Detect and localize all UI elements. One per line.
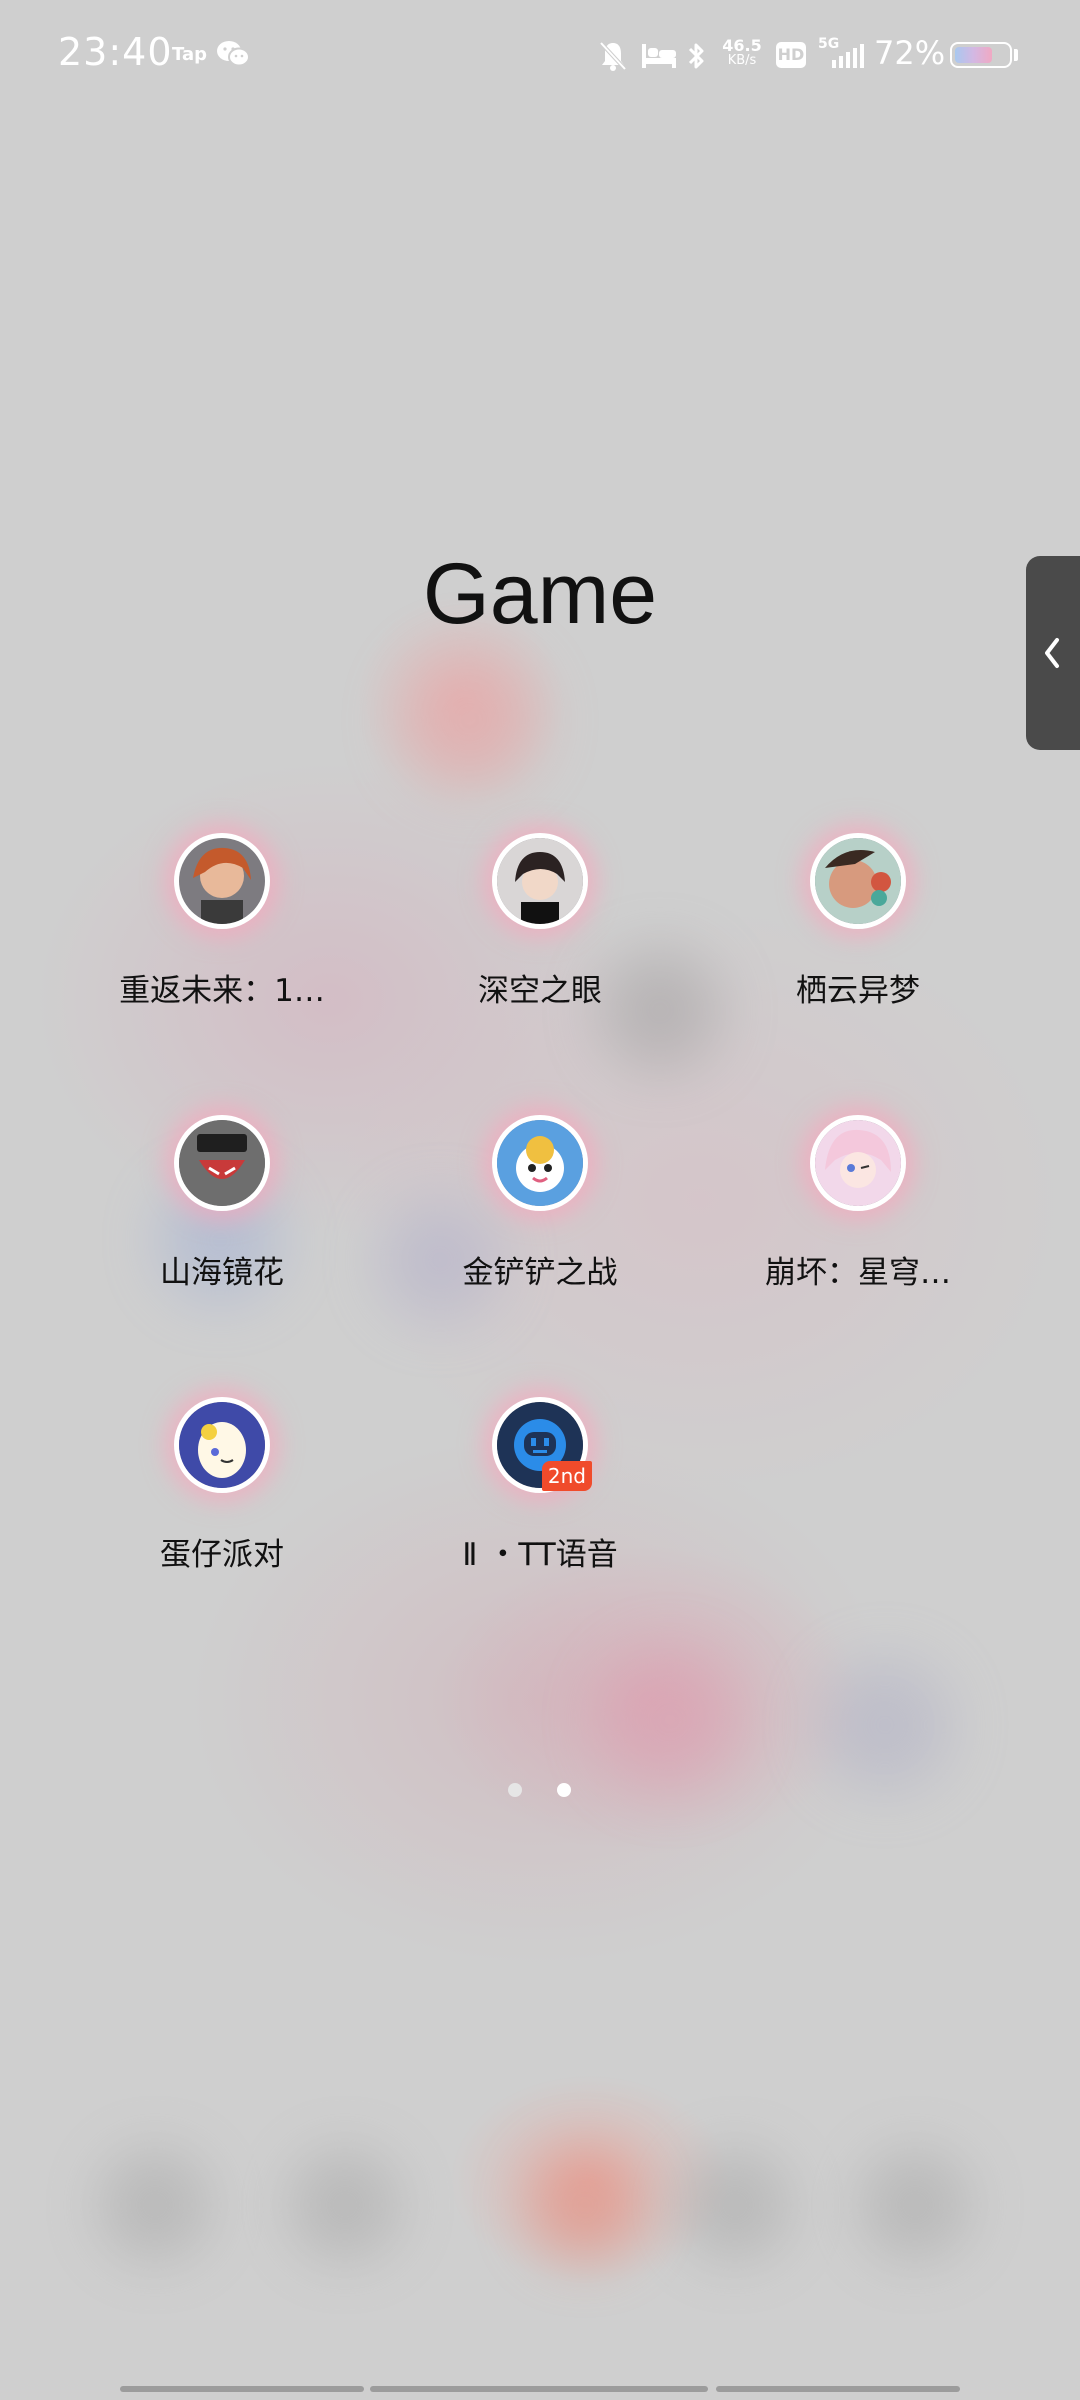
app-icon-frame[interactable]: [492, 833, 588, 929]
app-icon-frame[interactable]: [174, 833, 270, 929]
hd-voice-icon: HD: [776, 42, 806, 68]
chevron-left-icon: [1045, 638, 1059, 668]
app-qiyun-yimeng[interactable]: 栖云异梦: [708, 833, 1008, 1010]
app-icon-frame[interactable]: [174, 1397, 270, 1493]
qiyun-yimeng-icon: [815, 838, 901, 924]
app-label: 重返未来：1…: [119, 973, 325, 1009]
page-indicator-dot-1[interactable]: [508, 1783, 522, 1797]
mute-bell-icon: [599, 41, 627, 71]
battery-icon: [950, 42, 1012, 68]
network-speed-unit: KB/s: [727, 53, 757, 68]
app-label: 栖云异梦: [796, 973, 920, 1009]
reverse-1999-icon: [179, 838, 265, 924]
blurred-dock-app: [530, 2150, 640, 2260]
status-icons: 46.5 KB/s HD 5G 72%: [560, 30, 1080, 80]
golden-spatula-icon: [497, 1120, 583, 1206]
blurred-app: [400, 650, 540, 790]
battery-percent: 72%: [874, 34, 946, 72]
honkai-star-rail-icon: [815, 1120, 901, 1206]
network-speed: 46.5 KB/s: [720, 36, 764, 69]
clock: 23:40: [58, 30, 173, 74]
app-label: 金铲铲之战: [462, 1255, 618, 1291]
nav-bar-left[interactable]: [120, 2386, 364, 2392]
app-golden-spatula[interactable]: 金铲铲之战: [390, 1115, 690, 1292]
signal-bars-icon: [832, 44, 864, 68]
aether-gazer-icon: [497, 838, 583, 924]
nav-bar-right[interactable]: [716, 2386, 960, 2392]
app-shanhai-jinghua[interactable]: 山海镜花: [72, 1115, 372, 1292]
wechat-icon: [217, 41, 250, 67]
blurred-dock-app: [290, 2150, 400, 2260]
folder-title[interactable]: Game: [0, 545, 1080, 644]
blurred-dock-app: [100, 2150, 210, 2260]
side-panel-handle[interactable]: [1026, 556, 1080, 750]
app-icon-frame[interactable]: [810, 833, 906, 929]
app-eggy-party[interactable]: 蛋仔派对: [72, 1397, 372, 1574]
network-speed-value: 46.5: [722, 36, 762, 55]
blurred-app: [600, 1650, 740, 1790]
nav-bar-center[interactable]: [370, 2386, 708, 2392]
sleep-mode-bed-icon: [642, 44, 676, 68]
app-aether-gazer[interactable]: 深空之眼: [390, 833, 690, 1010]
blurred-dock-app: [860, 2150, 970, 2260]
app-label: Ⅱ ・TT语音: [462, 1537, 618, 1573]
eggy-party-icon: [179, 1402, 265, 1488]
shanhai-jinghua-icon: [179, 1120, 265, 1206]
battery-level-fill: [955, 47, 993, 63]
app-icon-frame[interactable]: 2nd: [492, 1397, 592, 1493]
blurred-app: [820, 1660, 950, 1790]
app-label: 崩坏：星穹…: [765, 1255, 951, 1291]
app-icon-frame[interactable]: [174, 1115, 270, 1211]
bluetooth-icon: [688, 43, 704, 69]
app-honkai-star-rail[interactable]: 崩坏：星穹…: [708, 1115, 1008, 1292]
page-indicator-dot-2[interactable]: [557, 1783, 571, 1797]
app-tt-voice[interactable]: 2nd Ⅱ ・TT语音: [390, 1397, 690, 1574]
app-label: 山海镜花: [160, 1255, 284, 1291]
app-icon-frame[interactable]: [492, 1115, 588, 1211]
clone-app-badge: 2nd: [541, 1461, 592, 1491]
tap-notification-icon: Tap: [172, 44, 207, 65]
app-label: 深空之眼: [478, 973, 602, 1009]
status-bar: 23:40 Tap 46.5 KB/s HD 5G 72%: [0, 0, 1080, 110]
blurred-dock-app: [680, 2150, 790, 2260]
app-label: 蛋仔派对: [160, 1537, 284, 1573]
battery-tip: [1014, 49, 1018, 61]
app-reverse-1999[interactable]: 重返未来：1…: [72, 833, 372, 1010]
app-icon-frame[interactable]: [810, 1115, 906, 1211]
